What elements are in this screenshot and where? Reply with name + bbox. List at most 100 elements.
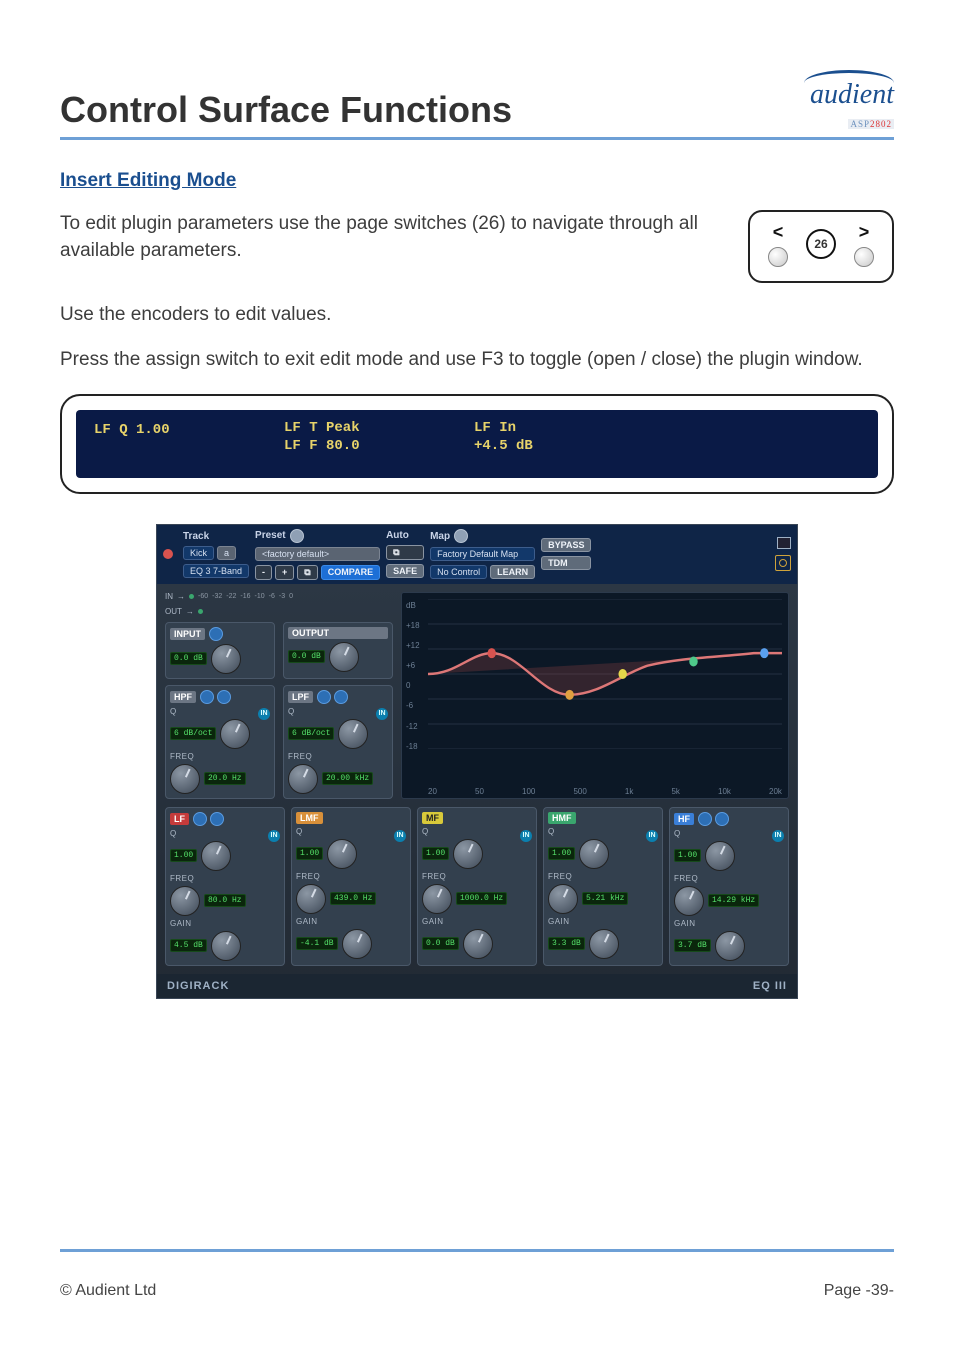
band-3-freq-value: 5.21 kHz (582, 892, 628, 905)
insert-field[interactable]: EQ 3 7-Band (183, 564, 249, 578)
in-label: IN (165, 592, 173, 601)
band-0-in-badge[interactable]: IN (268, 830, 280, 842)
input-meter-row: IN → -60-32-22-16-10-6-30 (165, 592, 393, 601)
section-heading[interactable]: Insert Editing Mode (60, 170, 894, 192)
band-0-q-knob[interactable] (201, 841, 231, 871)
band-2-q-value: 1.00 (422, 847, 449, 860)
band-2-q-label: Q (422, 827, 532, 836)
lpf-slope-value: 6 dB/oct (288, 727, 334, 740)
phase-icon[interactable] (209, 627, 223, 641)
band-2-module: MFINQ1.00FREQ1000.0 HzGAIN0.0 dB (417, 807, 537, 966)
close-icon[interactable] (163, 549, 173, 559)
band-1-freq-value: 439.0 Hz (330, 892, 376, 905)
band-2-q-knob[interactable] (453, 839, 483, 869)
auto-label: Auto (386, 530, 424, 541)
band-2-freq-knob[interactable] (422, 884, 452, 914)
hpf-shape-icon[interactable] (200, 690, 214, 704)
hpf-slope-knob[interactable] (220, 719, 250, 749)
brand-name: audient (804, 83, 894, 107)
hpf-shape2-icon[interactable] (217, 690, 231, 704)
lcd-display: LF Q 1.00 LF T Peak LF F 80.0 LF In +4.5… (76, 410, 878, 478)
band-3-in-badge[interactable]: IN (646, 830, 658, 842)
page-title: Control Surface Functions (60, 89, 512, 131)
target-icon[interactable] (775, 555, 791, 571)
output-meter-row: OUT → (165, 607, 393, 616)
learn-button[interactable]: LEARN (490, 565, 535, 579)
band-2-title: MF (422, 812, 443, 824)
tdm-button[interactable]: TDM (541, 556, 591, 570)
band-4-shape-icon[interactable] (698, 812, 712, 826)
band-4-gain-label: GAIN (674, 919, 784, 928)
track-field[interactable]: Kick (183, 546, 214, 560)
band-1-freq-knob[interactable] (296, 884, 326, 914)
band-0-gain-knob[interactable] (211, 931, 241, 961)
preset-next-button[interactable]: + (275, 565, 294, 580)
band-3-gain-label: GAIN (548, 917, 658, 926)
hpf-in-badge[interactable]: IN (258, 708, 270, 720)
band-4-freq-knob[interactable] (674, 886, 704, 916)
lpf-slope-knob[interactable] (338, 719, 368, 749)
map-field[interactable]: Factory Default Map (430, 547, 535, 561)
preset-menu-icon[interactable] (290, 529, 304, 543)
auto-link-icon[interactable]: ⧉ (386, 545, 424, 560)
preset-field[interactable]: <factory default> (255, 547, 380, 561)
band-4-in-badge[interactable]: IN (772, 830, 784, 842)
hpf-freq-knob[interactable] (170, 764, 200, 794)
band-2-freq-label: FREQ (422, 872, 532, 881)
band-0-shape-icon[interactable] (193, 812, 207, 826)
paragraph-1: To edit plugin parameters use the page s… (60, 210, 718, 265)
band-0-shape2-icon[interactable] (210, 812, 224, 826)
band-2-in-badge[interactable]: IN (520, 830, 532, 842)
band-1-q-value: 1.00 (296, 847, 323, 860)
lcd-c2-l1: LF In (474, 420, 604, 436)
nav-next-button[interactable] (854, 247, 874, 267)
output-gain-knob[interactable] (329, 642, 359, 672)
window-icon[interactable] (777, 537, 791, 549)
band-4-q-knob[interactable] (705, 841, 735, 871)
nav-prev-button[interactable] (768, 247, 788, 267)
band-1-title: LMF (296, 812, 323, 824)
page-nav-callout: < 26 > (748, 210, 894, 283)
footer-divider (60, 1249, 894, 1252)
plugin-toolbar: Track Kick a EQ 3 7-Band Preset <factory… (157, 525, 797, 584)
band-3-q-label: Q (548, 827, 658, 836)
band-4-gain-knob[interactable] (715, 931, 745, 961)
map-menu-icon[interactable] (454, 529, 468, 543)
band-1-module: LMFINQ1.00FREQ439.0 HzGAIN-4.1 dB (291, 807, 411, 966)
band-4-freq-value: 14.29 kHz (708, 894, 759, 907)
band-0-freq-knob[interactable] (170, 886, 200, 916)
band-1-gain-value: -4.1 dB (296, 937, 338, 950)
lpf-shape2-icon[interactable] (334, 690, 348, 704)
plugin-window: Track Kick a EQ 3 7-Band Preset <factory… (156, 524, 798, 999)
band-2-gain-knob[interactable] (463, 929, 493, 959)
band-3-q-knob[interactable] (579, 839, 609, 869)
preset-copy-icon[interactable]: ⧉ (297, 565, 317, 580)
band-1-gain-knob[interactable] (342, 929, 372, 959)
band-3-q-value: 1.00 (548, 847, 575, 860)
hpf-freq-value: 20.0 Hz (204, 772, 246, 785)
band-3-gain-value: 3.3 dB (548, 937, 585, 950)
lpf-in-badge[interactable]: IN (376, 708, 388, 720)
band-4-shape2-icon[interactable] (715, 812, 729, 826)
band-3-freq-knob[interactable] (548, 884, 578, 914)
safe-button[interactable]: SAFE (386, 564, 424, 578)
hpf-freq-label: FREQ (170, 752, 270, 761)
preset-prev-button[interactable]: - (255, 565, 272, 580)
input-gain-knob[interactable] (211, 644, 241, 674)
bypass-button[interactable]: BYPASS (541, 538, 591, 552)
track-sub-field[interactable]: a (217, 546, 236, 560)
band-1-in-badge[interactable]: IN (394, 830, 406, 842)
band-1-q-knob[interactable] (327, 839, 357, 869)
copyright: © Audient Ltd (60, 1282, 156, 1300)
eq-graph[interactable]: dB+18+12+60-6-12-18 20501 (401, 592, 789, 799)
io-scale: -60-32-22-16-10-6-30 (198, 593, 293, 600)
plugin-footer: DIGIRACK EQ III (157, 974, 797, 998)
lpf-shape-icon[interactable] (317, 690, 331, 704)
compare-button[interactable]: COMPARE (321, 565, 380, 580)
preset-label: Preset (255, 530, 286, 541)
nav-prev-arrow: < (773, 222, 784, 243)
lpf-freq-label: FREQ (288, 752, 388, 761)
lpf-freq-knob[interactable] (288, 764, 318, 794)
no-control-field[interactable]: No Control (430, 565, 487, 579)
band-3-gain-knob[interactable] (589, 929, 619, 959)
